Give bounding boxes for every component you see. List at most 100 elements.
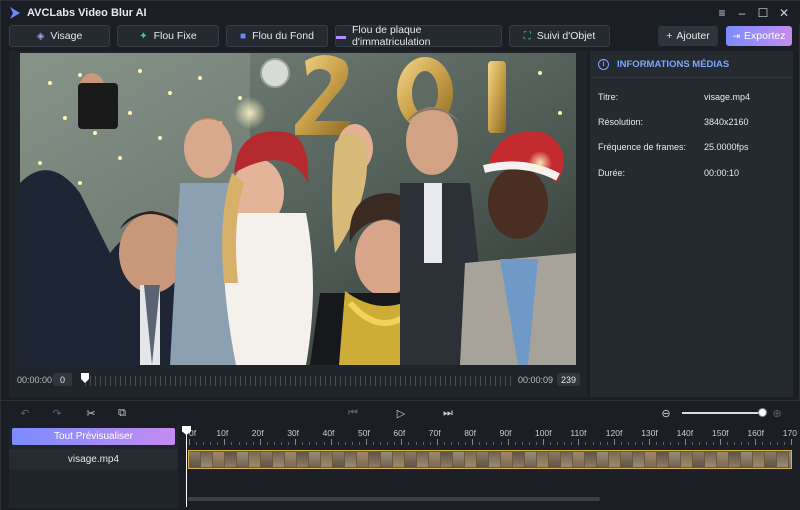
ruler-minor-tick xyxy=(358,442,360,445)
export-button[interactable]: ⇥ Exportez xyxy=(726,26,792,46)
timeline-horizontal-scrollbar[interactable] xyxy=(188,497,600,501)
info-value: 00:00:10 xyxy=(704,168,740,178)
track-thumbnail xyxy=(261,452,272,467)
ruler-tick-label: 50f xyxy=(358,428,370,438)
info-icon: i xyxy=(598,58,609,70)
preview-scrubber: 00:00:00 0 00:00:09 239 xyxy=(9,373,587,389)
close-button[interactable]: ✕ xyxy=(774,4,794,22)
media-info-header: i INFORMATIONS MÉDIAS xyxy=(590,51,793,78)
info-value: visage.mp4 xyxy=(704,92,751,102)
ruler-tick xyxy=(507,439,509,445)
info-row-resolution: Résolution: 3840x2160 xyxy=(598,117,788,131)
info-row-duration: Durée: 00:00:10 xyxy=(598,168,788,182)
info-value: 25.0000fps xyxy=(704,142,749,152)
track-thumbnail xyxy=(297,452,308,467)
ruler-minor-tick xyxy=(309,442,311,445)
tab-plaque[interactable]: ▬ Flou de plaque d'immatriculation xyxy=(335,24,502,48)
ruler-minor-tick xyxy=(252,442,254,445)
minimize-button[interactable]: – xyxy=(732,4,752,22)
track-thumbnail xyxy=(573,452,584,467)
timeline-playhead-line[interactable] xyxy=(186,431,187,507)
ruler-tick-label: 150f xyxy=(712,428,729,438)
redo-icon[interactable]: ↷ xyxy=(50,406,64,420)
tab-flou-du-fond[interactable]: ■ Flou du Fond xyxy=(226,25,328,47)
ruler-minor-tick xyxy=(273,442,275,445)
ruler-minor-tick xyxy=(281,442,283,445)
ruler-tick-label: 30f xyxy=(287,428,300,438)
next-frame-icon[interactable]: ⏭ xyxy=(441,406,455,420)
ruler-tick xyxy=(401,439,403,445)
ruler-minor-tick xyxy=(500,442,502,445)
track-thumbnail xyxy=(513,452,524,467)
ruler-minor-tick xyxy=(302,442,304,445)
tab-visage[interactable]: ◈ Visage xyxy=(9,25,110,47)
play-icon[interactable]: ▷ xyxy=(394,406,408,420)
zoom-slider-knob[interactable] xyxy=(758,408,767,417)
previous-frame-icon[interactable]: ⏮ xyxy=(346,406,360,420)
preview-frame-end[interactable]: 239 xyxy=(557,373,580,386)
ruler-minor-tick xyxy=(762,442,764,445)
zoom-in-icon[interactable]: ⊕ xyxy=(770,406,784,420)
ruler-minor-tick xyxy=(479,442,481,445)
ruler-tick-label: 40f xyxy=(322,428,335,438)
ruler-minor-tick xyxy=(698,442,700,445)
track-thumbnail xyxy=(777,452,788,467)
ruler-tick-label: 160f xyxy=(747,428,764,438)
info-row-title: Titre: visage.mp4 xyxy=(598,92,788,106)
preview-panel: 00:00:00 0 00:00:09 239 xyxy=(9,51,587,397)
ruler-minor-tick xyxy=(535,442,537,445)
track-thumbnail xyxy=(633,452,644,467)
toolbar: ◈ Visage ✦ Flou Fixe ■ Flou du Fond ▬ Fl… xyxy=(1,24,800,49)
maximize-button[interactable]: ☐ xyxy=(753,4,773,22)
timeline-ruler[interactable]: 0f 10f 20f 30f 40f 50f 60f 70f 80f 90f 100f 110f 120… xyxy=(183,427,797,447)
zoom-out-icon[interactable]: ⊖ xyxy=(659,406,673,420)
license-plate-icon: ▬ xyxy=(336,30,346,42)
ruler-minor-tick xyxy=(606,442,608,445)
ruler-minor-tick xyxy=(337,442,339,445)
info-label: Durée: xyxy=(598,168,626,178)
ruler-minor-tick xyxy=(422,442,424,445)
ruler-tick xyxy=(684,439,686,445)
ruler-minor-tick xyxy=(458,442,460,445)
split-icon[interactable]: ✂ xyxy=(84,406,98,420)
tab-flou-fixe[interactable]: ✦ Flou Fixe xyxy=(117,25,219,47)
trim-icon[interactable]: ⧉ xyxy=(115,406,129,420)
tab-suivi-objet[interactable]: ⛶ Suivi d'Objet xyxy=(509,25,610,47)
ruler-tick xyxy=(755,439,757,445)
ruler-tick-label: 10f xyxy=(216,428,229,438)
track-thumbnail xyxy=(333,452,344,467)
ruler-tick-label: 110f xyxy=(570,428,587,438)
ruler-minor-tick xyxy=(266,442,268,445)
preview-mini-ruler[interactable] xyxy=(85,376,511,386)
ruler-minor-tick xyxy=(408,442,410,445)
file-list-item[interactable]: visage.mp4 xyxy=(9,449,178,469)
track-thumbnail xyxy=(741,452,752,467)
timeline-controls: ↶ ↷ ✂ ⧉ ⏮ ▷ ⏭ ⊖ ⊕ xyxy=(1,401,800,425)
video-track-clip[interactable] xyxy=(188,450,792,469)
preview-frame-start[interactable]: 0 xyxy=(53,373,72,386)
timeline-area: ↶ ↷ ✂ ⧉ ⏮ ▷ ⏭ ⊖ ⊕ Tout Prévisualiser vis… xyxy=(1,400,800,510)
info-label: Titre: xyxy=(598,92,619,102)
ruler-minor-tick xyxy=(705,442,707,445)
add-button[interactable]: + Ajouter xyxy=(658,26,718,46)
track-thumbnail xyxy=(249,452,260,467)
ruler-tick-label: 100f xyxy=(535,428,552,438)
track-thumbnail xyxy=(381,452,392,467)
track-thumbnail xyxy=(201,452,212,467)
menu-icon[interactable]: ≡ xyxy=(712,4,732,22)
track-thumbnail xyxy=(585,452,596,467)
track-thumbnail xyxy=(225,452,236,467)
ruler-minor-tick xyxy=(316,442,318,445)
ruler-minor-tick xyxy=(429,442,431,445)
video-preview[interactable] xyxy=(20,53,576,365)
ruler-minor-tick xyxy=(564,442,566,445)
app-logo-icon xyxy=(10,7,20,19)
track-thumbnail xyxy=(681,452,692,467)
preview-all-button[interactable]: Tout Prévisualiser xyxy=(12,428,175,445)
tab-flou-du-fond-label: Flou du Fond xyxy=(252,30,314,42)
zoom-slider-track[interactable] xyxy=(682,412,762,414)
ruler-tick-label: 70f xyxy=(428,428,441,438)
track-thumbnail xyxy=(645,452,656,467)
track-thumbnail xyxy=(405,452,416,467)
undo-icon[interactable]: ↶ xyxy=(18,406,32,420)
